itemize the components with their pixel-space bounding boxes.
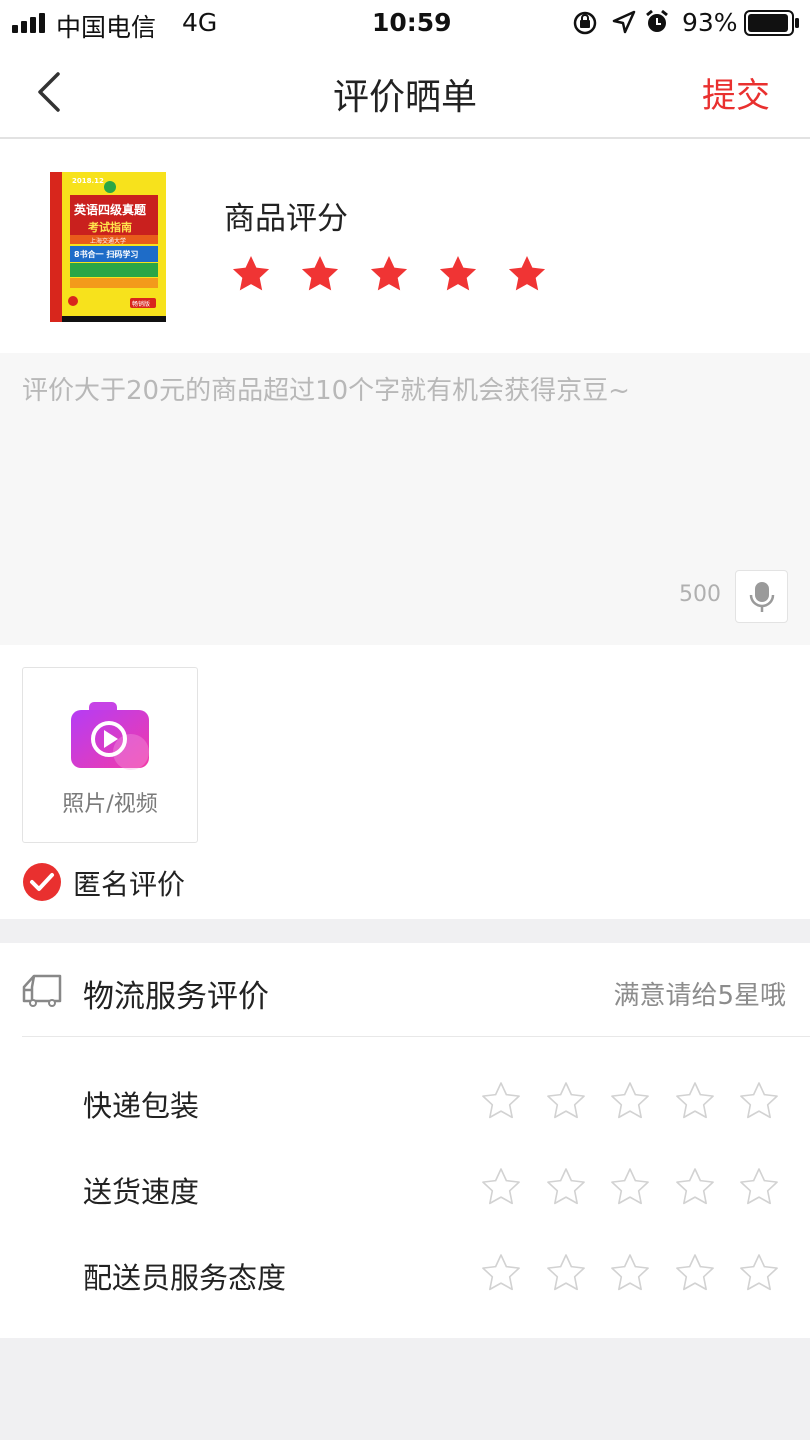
star-empty-icon[interactable] — [545, 1166, 587, 1208]
cover-edition: 2018.12 — [72, 177, 104, 185]
cover-subtitle: 考试指南 — [88, 221, 132, 234]
truck-icon — [22, 974, 62, 1007]
cover-title: 英语四级真题 — [74, 203, 147, 217]
star-filled-icon[interactable] — [368, 253, 410, 295]
star-empty-icon[interactable] — [545, 1080, 587, 1122]
star-empty-icon[interactable] — [545, 1252, 587, 1294]
courier-star-rating[interactable] — [480, 1252, 790, 1296]
star-empty-icon[interactable] — [609, 1080, 651, 1122]
status-bar: 中国电信 4G 10:59 93% — [0, 0, 810, 46]
divider — [22, 1036, 810, 1037]
network-type: 4G — [182, 8, 218, 37]
logistics-row-label-packaging: 快递包装 — [83, 1089, 200, 1123]
star-filled-icon[interactable] — [437, 253, 479, 295]
cover-slogan: 8书合一 扫码学习 — [74, 250, 139, 259]
char-count: 500 — [679, 582, 721, 607]
star-filled-icon[interactable] — [230, 253, 272, 295]
star-empty-icon[interactable] — [674, 1080, 716, 1122]
star-empty-icon[interactable] — [609, 1252, 651, 1294]
logistics-title: 物流服务评价 — [83, 979, 269, 1015]
cover-publisher: 上海交通大学 — [90, 238, 127, 245]
review-text-area[interactable]: 评价大于20元的商品超过10个字就有机会获得京豆~ 500 — [0, 353, 810, 645]
orientation-lock-icon — [573, 11, 597, 35]
location-icon — [612, 10, 636, 34]
microphone-icon — [749, 582, 775, 612]
logistics-row-label-speed: 送货速度 — [83, 1175, 200, 1209]
anonymous-label[interactable]: 匿名评价 — [73, 863, 185, 903]
star-filled-icon[interactable] — [506, 253, 548, 295]
product-image[interactable]: 2018.12 英语四级真题 考试指南 上海交通大学 8书合一 扫码学习 畅销版 — [50, 172, 166, 322]
star-empty-icon[interactable] — [480, 1080, 522, 1122]
product-star-rating[interactable] — [230, 253, 560, 295]
star-empty-icon[interactable] — [674, 1252, 716, 1294]
voice-input-button[interactable] — [735, 570, 788, 623]
star-empty-icon[interactable] — [674, 1166, 716, 1208]
cover-badge: 畅销版 — [132, 301, 151, 308]
star-empty-icon[interactable] — [738, 1252, 780, 1294]
star-empty-icon[interactable] — [480, 1166, 522, 1208]
review-placeholder: 评价大于20元的商品超过10个字就有机会获得京豆~ — [22, 376, 630, 406]
product-rating-section: 2018.12 英语四级真题 考试指南 上海交通大学 8书合一 扫码学习 畅销版… — [0, 139, 810, 353]
media-section: 照片/视频 匿名评价 — [0, 645, 810, 919]
product-rating-label: 商品评分 — [224, 201, 348, 237]
page-title: 评价晒单 — [332, 77, 477, 118]
upload-label: 照片/视频 — [62, 792, 158, 817]
anonymous-checkbox[interactable] — [22, 862, 62, 902]
star-empty-icon[interactable] — [738, 1166, 780, 1208]
upload-photo-video-button[interactable]: 照片/视频 — [22, 667, 198, 843]
battery-percent: 93% — [682, 8, 738, 37]
check-circle-icon — [23, 863, 61, 901]
nav-bar: 评价晒单 提交 — [0, 46, 810, 139]
signal-icon — [12, 13, 45, 33]
submit-button[interactable]: 提交 — [702, 68, 770, 117]
star-empty-icon[interactable] — [738, 1080, 780, 1122]
star-empty-icon[interactable] — [609, 1166, 651, 1208]
star-filled-icon[interactable] — [299, 253, 341, 295]
carrier-name: 中国电信 — [56, 13, 157, 42]
packaging-star-rating[interactable] — [480, 1080, 790, 1124]
logistics-rating-section: 物流服务评价 满意请给5星哦 快递包装 送货速度 配送员服务态度 — [0, 943, 810, 1338]
logistics-hint: 满意请给5星哦 — [613, 981, 786, 1011]
clock: 10:59 — [372, 8, 452, 37]
speed-star-rating[interactable] — [480, 1166, 790, 1210]
alarm-icon — [646, 9, 668, 32]
battery-icon — [744, 10, 799, 36]
logistics-row-label-courier: 配送员服务态度 — [83, 1261, 287, 1295]
star-empty-icon[interactable] — [480, 1252, 522, 1294]
camera-video-icon — [71, 702, 149, 770]
